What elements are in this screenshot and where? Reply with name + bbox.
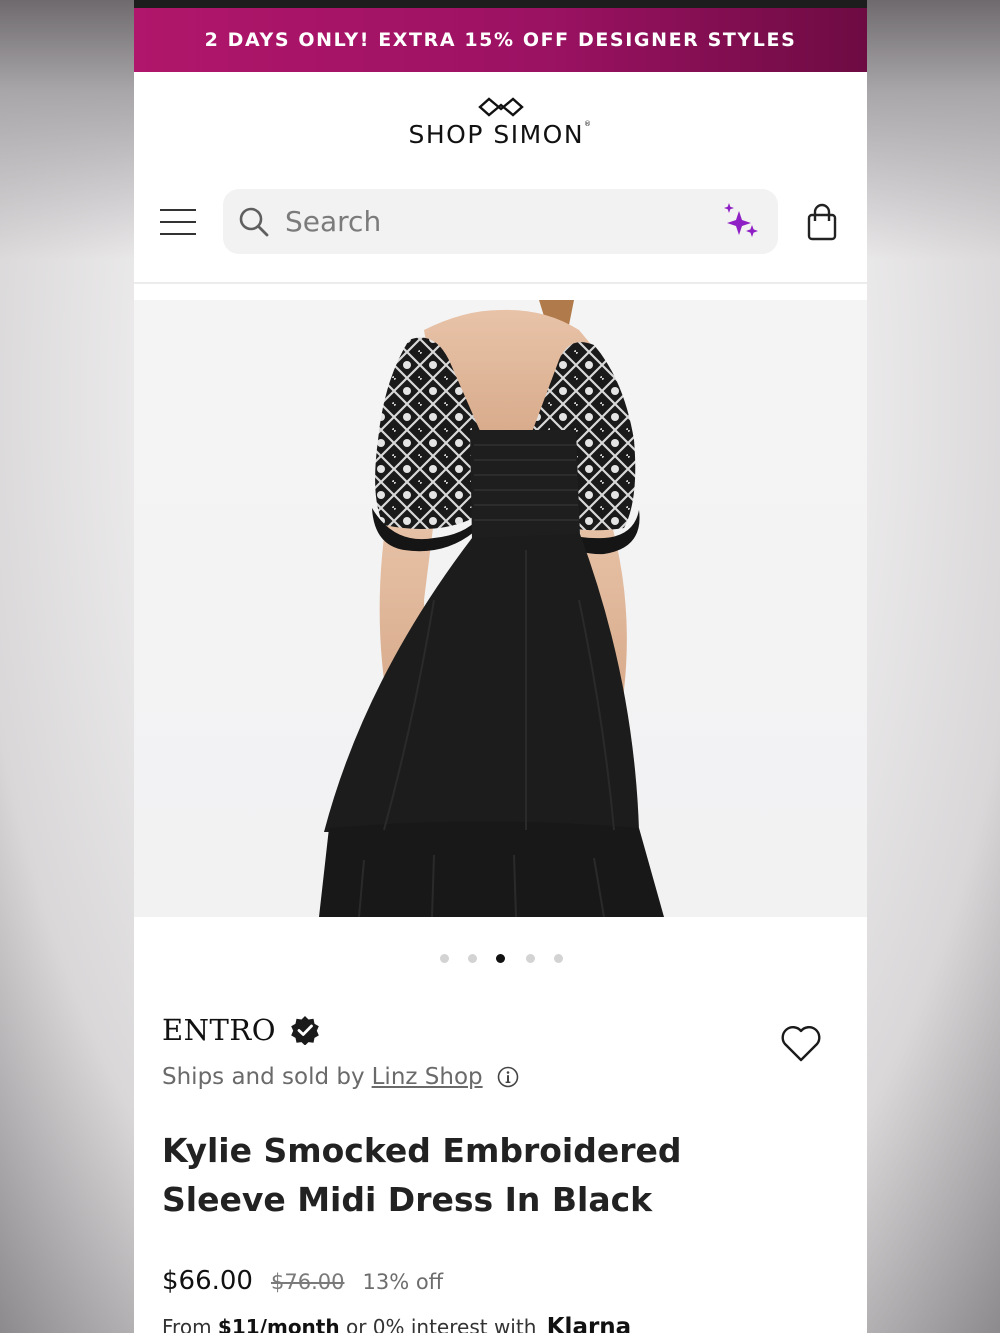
carousel-dot-active[interactable] — [496, 954, 505, 963]
search-bar[interactable] — [223, 189, 778, 254]
promo-banner[interactable]: 2 DAYS ONLY! EXTRA 15% OFF DESIGNER STYL… — [134, 8, 867, 72]
search-icon — [239, 207, 269, 237]
heart-icon[interactable] — [779, 1022, 823, 1064]
financing-amount: $11/month — [217, 1315, 340, 1333]
original-price: $76.00 — [270, 1270, 345, 1294]
dress-illustration — [319, 300, 664, 917]
logo-mark-icon — [477, 97, 524, 117]
sparkle-icon[interactable] — [721, 203, 759, 239]
seller-link[interactable]: Linz Shop — [372, 1064, 483, 1090]
klarna-financing[interactable]: From $11/month or 0% interest with Klarn… — [162, 1314, 631, 1333]
image-carousel-dots — [134, 954, 867, 966]
ships-and-sold-by: Ships and sold by Linz Shop — [162, 1064, 519, 1090]
brand-name[interactable]: ENTRO — [162, 1013, 276, 1047]
promo-banner-text: 2 DAYS ONLY! EXTRA 15% OFF DESIGNER STYL… — [204, 29, 797, 51]
product-image[interactable] — [134, 300, 867, 917]
status-strip — [134, 0, 867, 8]
carousel-dot[interactable] — [526, 954, 535, 963]
sale-price: $66.00 — [162, 1266, 253, 1296]
header-divider — [134, 282, 867, 284]
ships-prefix: Ships and sold by — [162, 1064, 365, 1090]
mobile-product-page: 2 DAYS ONLY! EXTRA 15% OFF DESIGNER STYL… — [134, 0, 867, 1333]
klarna-logo: Klarna — [546, 1314, 632, 1333]
carousel-dot[interactable] — [468, 954, 477, 963]
carousel-dot[interactable] — [554, 954, 563, 963]
product-title: Kylie Smocked Embroidered Sleeve Midi Dr… — [162, 1131, 682, 1219]
shop-simon-logo[interactable]: SHOP SIMON® — [134, 96, 867, 156]
discount-label: 13% off — [362, 1270, 444, 1294]
logo-text: SHOP SIMON® — [408, 120, 593, 149]
financing-middle: or 0% interest with — [345, 1315, 537, 1333]
verified-badge-icon — [291, 1016, 319, 1045]
brand-row: ENTRO — [162, 1010, 320, 1050]
carousel-dot[interactable] — [440, 954, 449, 963]
search-input[interactable] — [285, 201, 705, 241]
info-icon[interactable] — [497, 1066, 519, 1088]
price-row: $66.00 $76.00 13% off — [162, 1266, 443, 1296]
hamburger-menu-icon[interactable] — [160, 208, 196, 236]
shopping-bag-icon[interactable] — [806, 203, 838, 241]
financing-prefix: From — [162, 1315, 212, 1333]
